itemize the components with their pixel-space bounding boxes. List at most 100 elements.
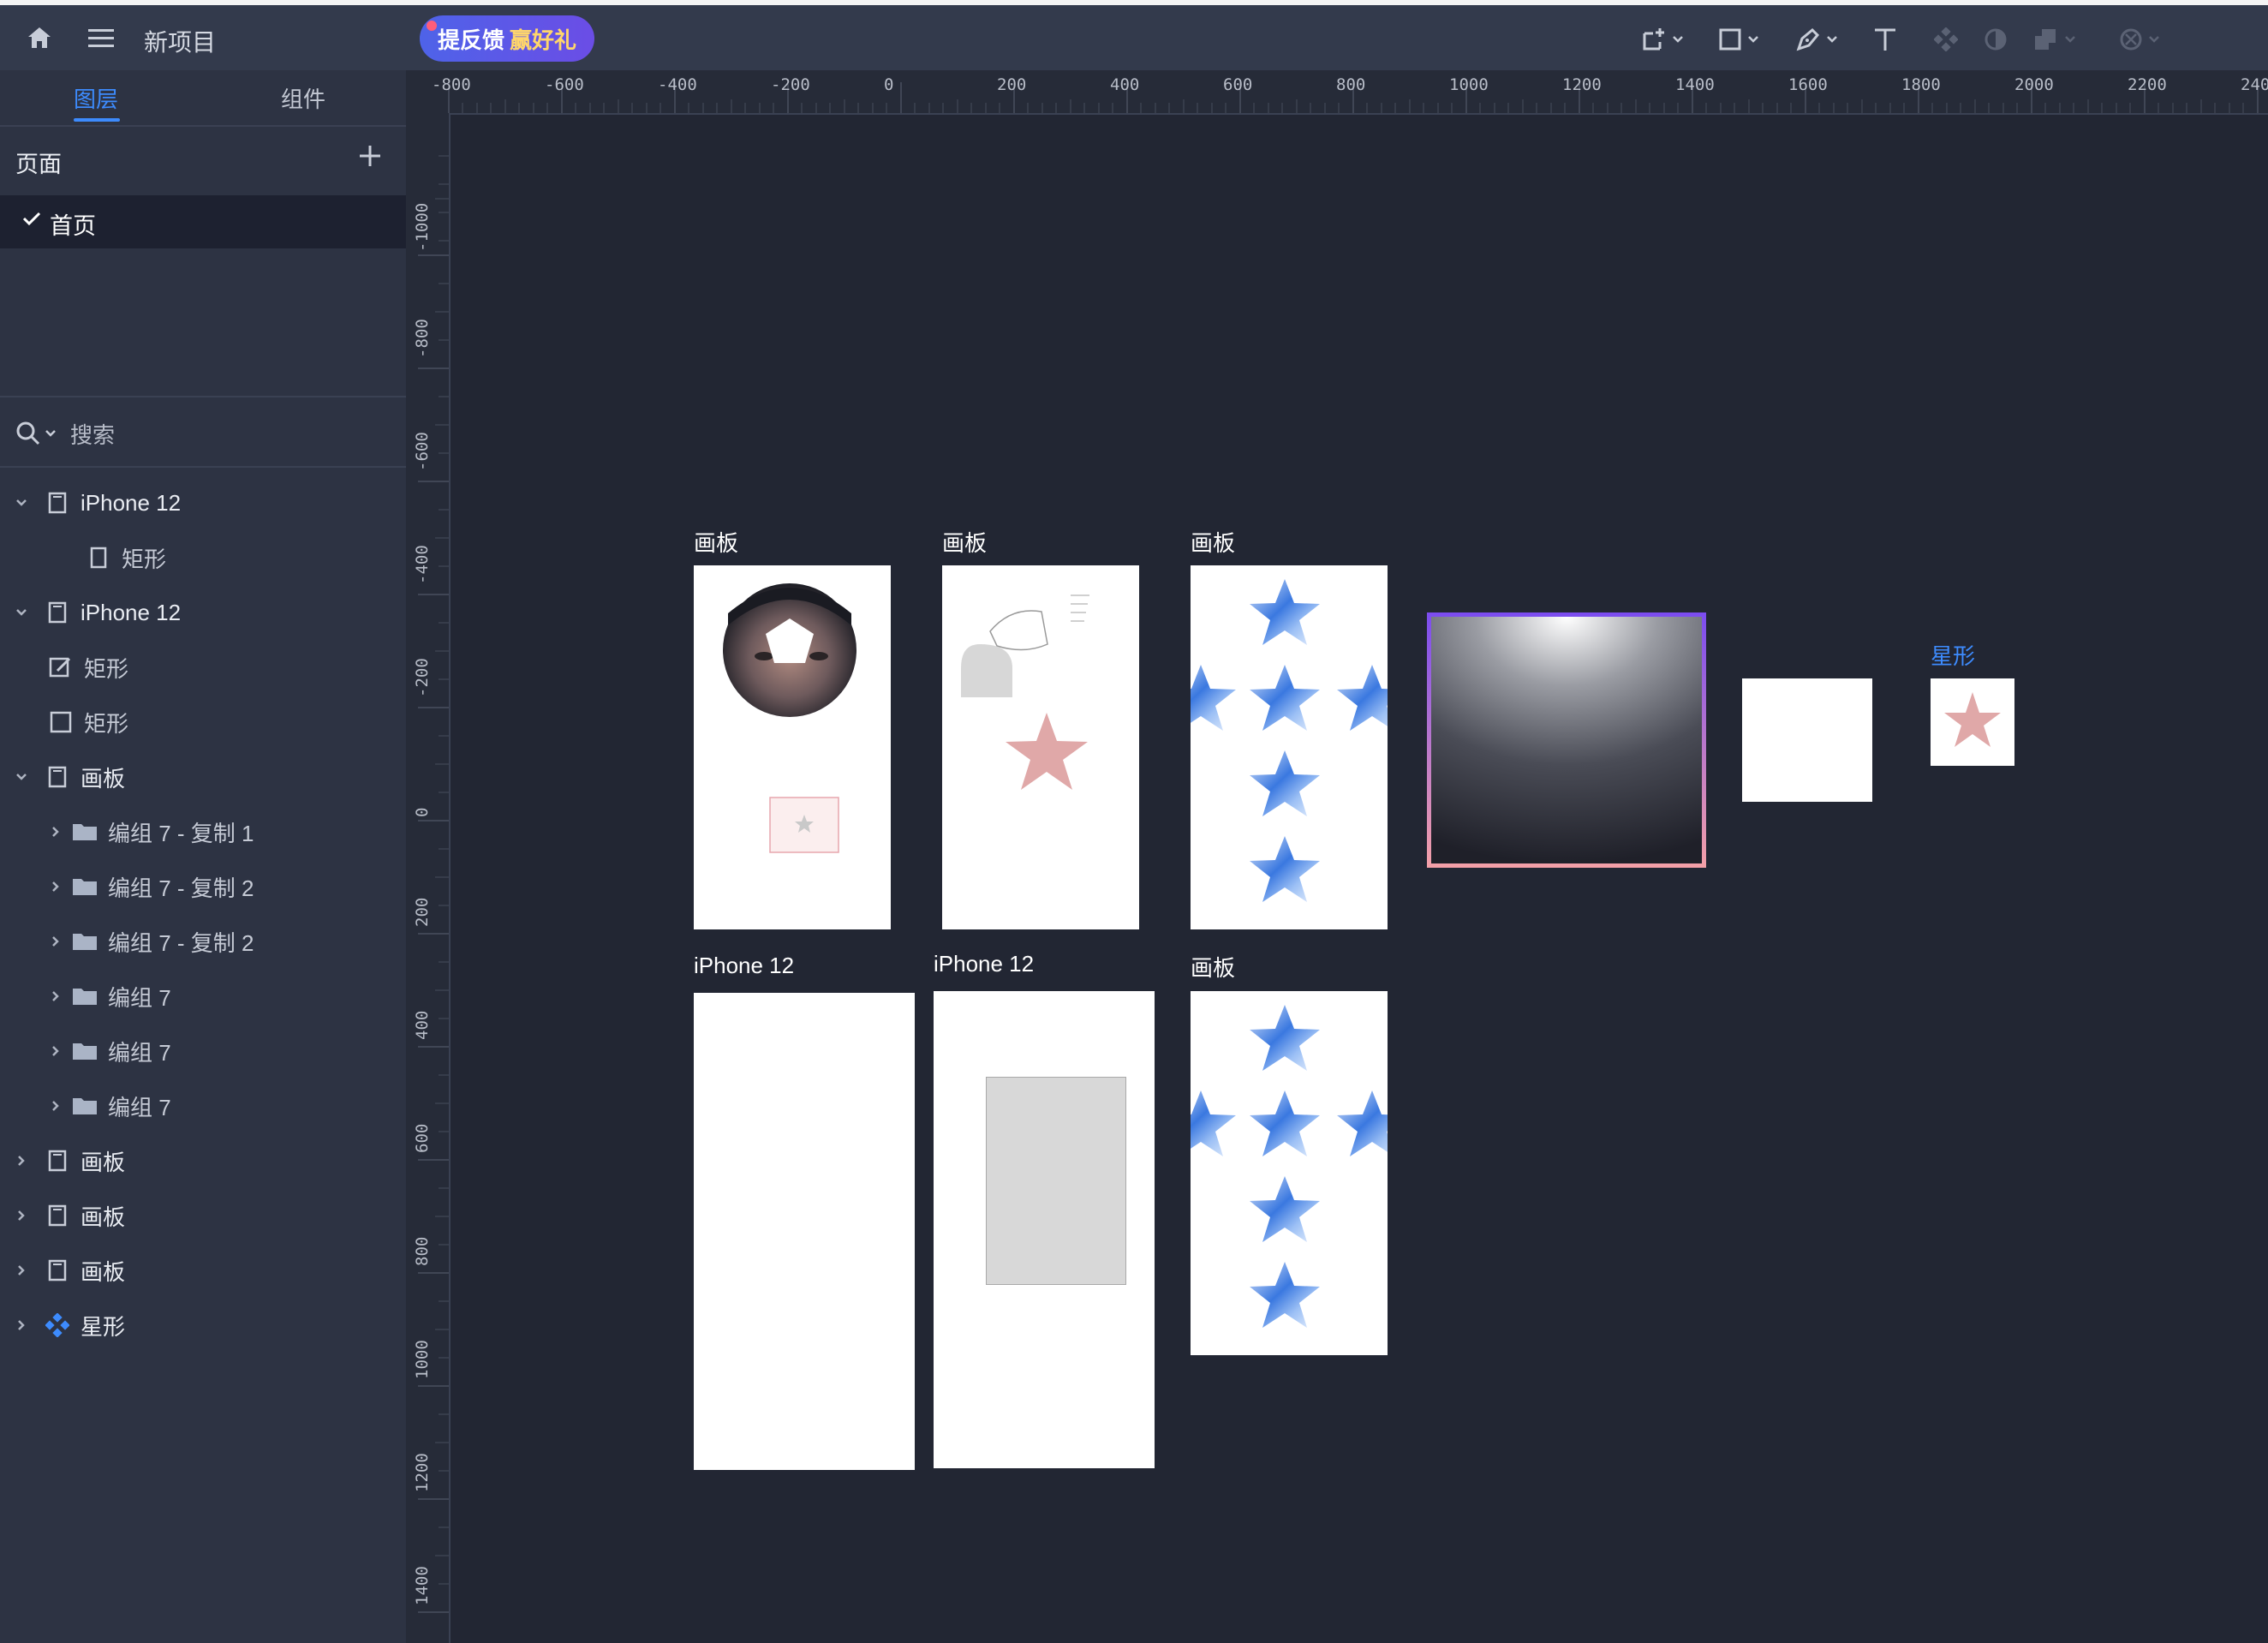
chevron-right-icon[interactable] [48, 881, 63, 893]
layer-label: 矩形 [84, 710, 129, 737]
chevron-down-icon[interactable] [14, 773, 29, 781]
chevron-down-icon [1748, 36, 1758, 43]
artboard-label[interactable]: iPhone 12 [934, 951, 1034, 977]
chevron-right-icon[interactable] [14, 1210, 29, 1222]
layer-item-rect[interactable]: 矩形 [86, 536, 166, 579]
check-icon [22, 212, 41, 226]
divider [0, 125, 406, 127]
chevron-down-icon[interactable] [14, 499, 29, 507]
layer-label: 画板 [81, 1258, 126, 1285]
ruler-label: 0 [884, 75, 894, 94]
artboard-star[interactable] [942, 565, 1139, 929]
ruler-label: 800 [413, 1236, 432, 1266]
chevron-down-icon [1827, 36, 1837, 43]
chevron-right-icon[interactable] [14, 1319, 29, 1331]
gray-rectangle[interactable] [986, 1077, 1126, 1285]
artboard-label[interactable]: 画板 [942, 526, 987, 558]
project-name[interactable]: 新项目 [144, 24, 216, 58]
page-item-home[interactable]: 首页 [0, 195, 406, 248]
vertical-ruler: -1000 -800 -600 -400 -200 0 200 400 600 … [406, 113, 451, 1643]
ruler-label: 1000 [1449, 75, 1489, 94]
shape-tool[interactable] [1718, 22, 1759, 57]
artboard-blue-stars-2[interactable] [1191, 991, 1388, 1355]
artboard-label[interactable]: 画板 [1191, 526, 1235, 558]
artboard-label[interactable]: 画板 [694, 526, 738, 558]
text-tool[interactable] [1872, 22, 1898, 57]
ruler-label: 800 [1336, 75, 1366, 94]
white-rectangle[interactable] [1742, 678, 1872, 802]
ruler-label: -200 [413, 658, 432, 697]
divider [0, 396, 406, 397]
chevron-right-icon[interactable] [48, 826, 63, 838]
layer-item-artboard[interactable]: 画板 [14, 1139, 125, 1182]
artboard-iphone12-rect[interactable] [934, 991, 1155, 1468]
layer-item-group[interactable]: 编组 7 [48, 1084, 171, 1127]
chevron-down-icon [45, 430, 56, 437]
layer-item-iphone12[interactable]: iPhone 12 [14, 591, 181, 634]
tab-components[interactable]: 组件 [281, 82, 325, 114]
ruler-label: 1200 [1562, 75, 1602, 94]
artboard-label[interactable]: 画板 [1191, 951, 1235, 983]
ruler-label: -800 [432, 75, 471, 94]
ruler-label: -400 [658, 75, 697, 94]
top-toolbar: 新项目 提反馈 赢好礼 [0, 5, 2268, 70]
mask-tool[interactable] [1984, 22, 2008, 57]
chevron-down-icon[interactable] [14, 608, 29, 617]
component-label[interactable]: 星形 [1931, 639, 1975, 671]
pen-tool-icon [1796, 27, 1820, 51]
ruler-label: -400 [413, 545, 432, 584]
artboard-tool[interactable] [1641, 22, 1684, 57]
boolean-tool[interactable] [2033, 22, 2076, 57]
ruler-label: 1600 [1788, 75, 1828, 94]
layer-item-group[interactable]: 编组 7 - 复制 1 [48, 810, 254, 853]
menu-icon[interactable] [82, 19, 120, 57]
layer-item-group[interactable]: 编组 7 [48, 975, 171, 1018]
component-tool[interactable] [1934, 22, 1958, 57]
feedback-button[interactable]: 提反馈 赢好礼 [420, 15, 594, 62]
layer-item-artboard[interactable]: 画板 [14, 1249, 125, 1292]
layer-item-group[interactable]: 编组 7 [48, 1030, 171, 1072]
layer-item-artboard[interactable]: 画板 [14, 1194, 125, 1237]
page-item-label: 首页 [50, 213, 96, 239]
layer-search[interactable]: 搜索 [15, 415, 115, 452]
more-tool[interactable] [2119, 22, 2160, 57]
add-page-button[interactable] [353, 139, 387, 173]
layer-item-group[interactable]: 编组 7 - 复制 2 [48, 865, 254, 908]
edit-rectangle-icon [48, 654, 74, 680]
chevron-right-icon[interactable] [48, 935, 63, 947]
component-icon [45, 1312, 70, 1338]
layer-item-artboard[interactable]: 画板 [14, 756, 125, 798]
plus-icon [360, 146, 380, 166]
pen-tool[interactable] [1795, 22, 1838, 57]
layer-label: 画板 [81, 765, 126, 792]
ruler-label: -600 [413, 432, 432, 471]
feedback-gift-label: 赢好礼 [510, 27, 577, 53]
chevron-right-icon[interactable] [48, 1100, 63, 1112]
layer-item-group[interactable]: 编组 7 - 复制 2 [48, 920, 254, 963]
tab-layers[interactable]: 图层 [74, 82, 118, 114]
chevron-right-icon[interactable] [14, 1264, 29, 1276]
layer-item-star-component[interactable]: 星形 [14, 1304, 125, 1347]
chevron-right-icon[interactable] [48, 1045, 63, 1057]
chevron-right-icon[interactable] [14, 1155, 29, 1167]
ruler-label: 1800 [1901, 75, 1941, 94]
layer-label: iPhone 12 [81, 489, 182, 516]
artboard-blue-stars[interactable] [1191, 565, 1388, 929]
avatar-artwork [723, 583, 856, 853]
home-icon[interactable] [21, 19, 58, 57]
artboard-icon [45, 1148, 70, 1174]
gradient-rectangle[interactable] [1427, 612, 1706, 868]
more-icon [2120, 28, 2142, 51]
folder-icon [72, 819, 98, 845]
layer-item-rect[interactable]: 矩形 [48, 701, 128, 744]
chevron-down-icon [2149, 36, 2159, 43]
artboard-avatar[interactable] [694, 565, 891, 929]
layer-label: 画板 [81, 1149, 126, 1175]
layer-item-rect-edit[interactable]: 矩形 [48, 646, 128, 689]
layer-item-iphone12[interactable]: iPhone 12 [14, 481, 181, 524]
star-component[interactable] [1931, 678, 2014, 766]
artboard-label[interactable]: iPhone 12 [694, 953, 794, 979]
chevron-right-icon[interactable] [48, 990, 63, 1002]
ruler-label: 1200 [413, 1453, 432, 1492]
artboard-iphone12-empty[interactable] [694, 993, 915, 1470]
